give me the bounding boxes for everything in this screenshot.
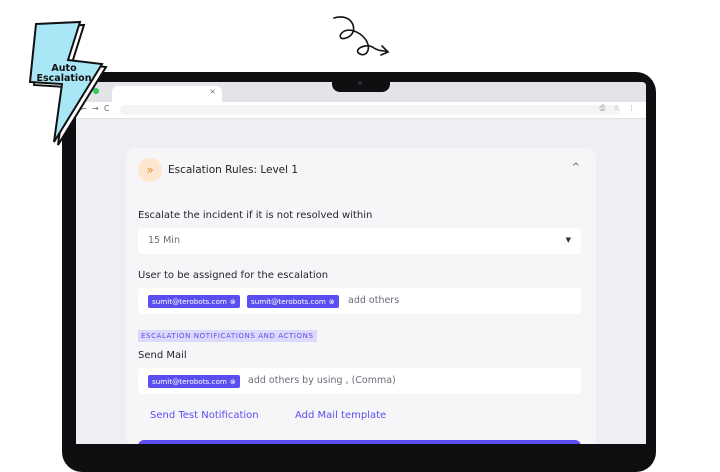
primary-action-button[interactable] xyxy=(138,440,581,444)
assign-placeholder: add others xyxy=(348,295,400,306)
mail-chip[interactable]: sumit@terobots.com ⊗ xyxy=(148,375,240,388)
double-chevron-up-icon: » xyxy=(138,158,162,182)
collapse-chevron-icon[interactable]: ^ xyxy=(572,162,580,173)
camera-icon xyxy=(358,81,362,85)
browser-window: × ← → C ⎙ ☆ ⋮ » Escalation Rules: Level … xyxy=(76,82,646,444)
user-chip[interactable]: sumit@terobots.com ⊗ xyxy=(247,295,339,308)
browser-tab[interactable]: × xyxy=(112,86,222,102)
user-chip[interactable]: sumit@terobots.com ⊗ xyxy=(148,295,240,308)
chip-remove-icon[interactable]: ⊗ xyxy=(329,298,335,306)
chip-email: sumit@terobots.com xyxy=(152,297,227,306)
escalate-label: Escalate the incident if it is not resol… xyxy=(138,210,373,221)
tab-close-icon[interactable]: × xyxy=(209,87,216,96)
mail-recipients-input[interactable]: sumit@terobots.com ⊗ add others by using … xyxy=(138,368,581,394)
browser-toolbar-icons[interactable]: ⎙ ☆ ⋮ xyxy=(600,104,638,113)
assign-users-input[interactable]: sumit@terobots.com ⊗ sumit@terobots.com ⊗ … xyxy=(138,288,581,314)
chip-remove-icon[interactable]: ⊗ xyxy=(230,378,236,386)
duration-select[interactable]: 15 Min ▼ xyxy=(138,228,581,254)
url-input[interactable] xyxy=(120,105,620,115)
badge-line2: Escalation xyxy=(36,73,92,84)
dropdown-arrow-icon: ▼ xyxy=(565,236,571,244)
chip-email: sumit@terobots.com xyxy=(152,377,227,386)
panel-title: Escalation Rules: Level 1 xyxy=(168,164,299,176)
add-mail-template-link[interactable]: Add Mail template xyxy=(295,410,386,421)
duration-value: 15 Min xyxy=(148,235,180,246)
escalation-rules-panel: » Escalation Rules: Level 1 ^ Escalate t… xyxy=(126,148,596,444)
assign-label: User to be assigned for the escalation xyxy=(138,270,329,281)
camera-notch xyxy=(332,74,390,92)
chip-email: sumit@terobots.com xyxy=(251,297,326,306)
section-tag: ESCALATION NOTIFICATIONS AND ACTIONS xyxy=(138,330,317,342)
squiggle-arrow-icon xyxy=(333,16,389,56)
auto-escalation-badge: Auto Escalation xyxy=(24,64,104,84)
address-bar: ← → C ⎙ ☆ ⋮ xyxy=(76,102,646,119)
mail-placeholder: add others by using , (Comma) xyxy=(248,375,396,386)
chip-remove-icon[interactable]: ⊗ xyxy=(230,298,236,306)
send-mail-label: Send Mail xyxy=(138,350,187,361)
send-test-notification-link[interactable]: Send Test Notification xyxy=(150,410,259,421)
